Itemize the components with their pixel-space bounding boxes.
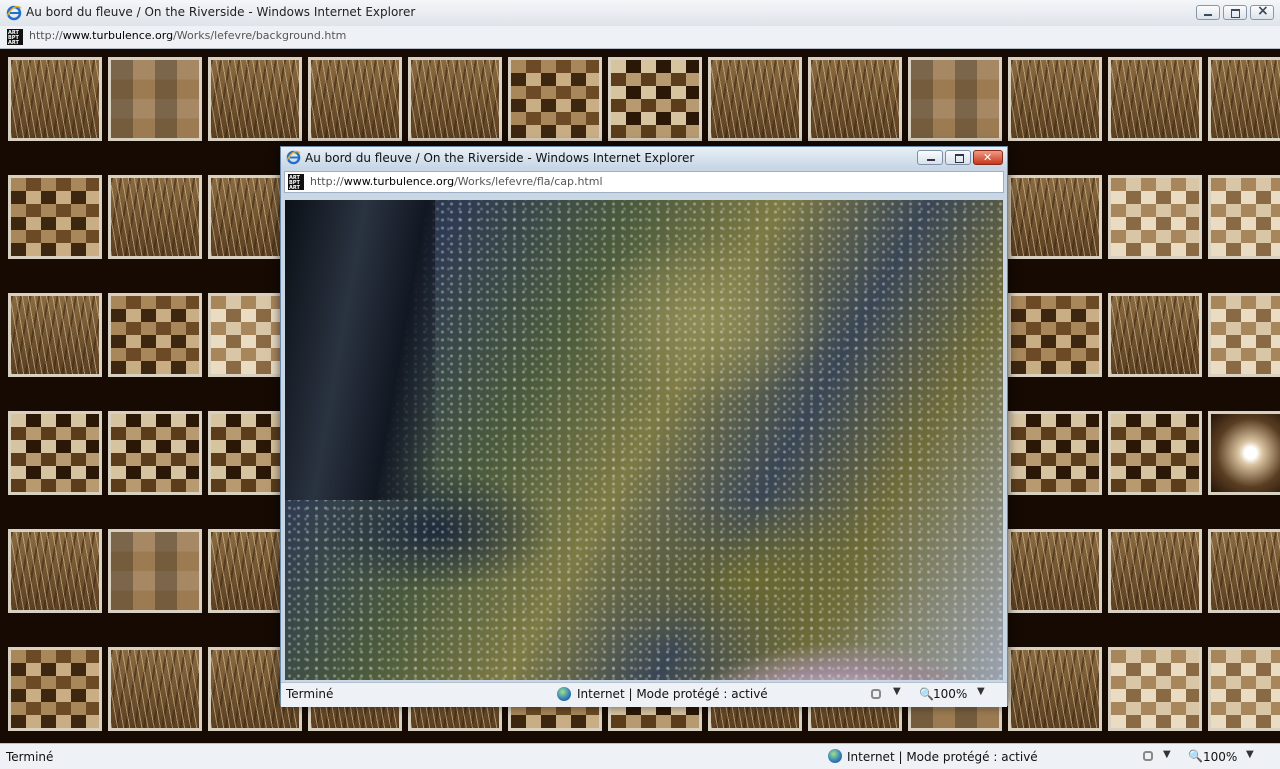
thumbnail-image[interactable] <box>108 529 202 613</box>
thumbnail-image[interactable] <box>108 411 202 495</box>
minimize-button[interactable] <box>1196 5 1220 20</box>
thumbnail-image[interactable] <box>408 57 502 141</box>
thumbnail-image[interactable] <box>108 175 202 259</box>
popup-zoom-level[interactable]: 100% <box>933 687 967 701</box>
thumbnail-image[interactable] <box>1208 293 1280 377</box>
thumbnail-image[interactable] <box>8 647 102 731</box>
internet-explorer-icon <box>286 150 301 165</box>
thumbnail-image[interactable] <box>8 293 102 377</box>
thumbnail-image[interactable] <box>1208 175 1280 259</box>
maximize-button[interactable] <box>1223 5 1247 20</box>
thumbnail-image[interactable] <box>308 57 402 141</box>
popup-zone-text: Internet | Mode protégé : activé <box>577 687 768 701</box>
site-favicon-icon: ART BPT ART <box>288 174 304 191</box>
thumbnail-image[interactable] <box>1008 293 1102 377</box>
popup-maximize-button[interactable] <box>945 150 971 165</box>
thumbnail-image[interactable] <box>508 57 602 141</box>
popup-window-controls <box>917 150 1003 165</box>
globe-icon <box>828 749 842 763</box>
thumbnail-image[interactable] <box>108 293 202 377</box>
site-favicon-icon: ART BPT ART <box>7 29 23 46</box>
internet-explorer-icon <box>6 5 22 21</box>
thumbnail-image[interactable] <box>208 57 302 141</box>
thumbnail-image[interactable] <box>808 57 902 141</box>
outer-address-bar[interactable]: ART BPT ART http://www.turbulence.org/Wo… <box>0 26 1280 49</box>
river-rock-photo <box>285 200 1003 680</box>
zoom-dropdown-icon[interactable]: ▼ <box>1246 749 1254 760</box>
popup-title-bar: Au bord du fleuve / On the Riverside - W… <box>281 147 1007 169</box>
popup-minimize-button[interactable] <box>917 150 943 165</box>
zoom-icon[interactable]: 🔍 <box>919 687 934 701</box>
thumbnail-image[interactable] <box>1108 175 1202 259</box>
thumbnail-image[interactable] <box>1208 529 1280 613</box>
zone-text: Internet | Mode protégé : activé <box>847 750 1038 764</box>
thumbnail-image[interactable] <box>1008 647 1102 731</box>
thumbnail-image[interactable] <box>608 57 702 141</box>
thumbnail-image[interactable] <box>1008 57 1102 141</box>
chevron-down-icon[interactable]: ▼ <box>893 686 901 697</box>
thumbnail-image[interactable] <box>1208 647 1280 731</box>
status-text: Terminé <box>6 750 54 764</box>
outer-title-bar: Au bord du fleuve / On the Riverside - W… <box>0 0 1280 27</box>
protected-mode-lock-icon[interactable] <box>1143 751 1153 761</box>
popup-window: Au bord du fleuve / On the Riverside - W… <box>280 146 1008 707</box>
popup-status-text: Terminé <box>286 687 334 701</box>
popup-url[interactable]: http://www.turbulence.org/Works/lefevre/… <box>310 175 603 188</box>
zoom-dropdown-icon[interactable]: ▼ <box>977 686 985 697</box>
outer-window-controls <box>1196 3 1274 20</box>
thumbnail-image[interactable] <box>1208 57 1280 141</box>
thumbnail-image[interactable] <box>8 411 102 495</box>
thumbnail-image[interactable] <box>1108 411 1202 495</box>
thumbnail-image[interactable] <box>1008 175 1102 259</box>
outer-window-title: Au bord du fleuve / On the Riverside - W… <box>26 5 416 19</box>
thumbnail-image[interactable] <box>908 57 1002 141</box>
thumbnail-image[interactable] <box>1108 529 1202 613</box>
thumbnail-image[interactable] <box>708 57 802 141</box>
popup-window-title: Au bord du fleuve / On the Riverside - W… <box>305 151 695 165</box>
outer-status-bar: Terminé Internet | Mode protégé : activé… <box>0 743 1280 769</box>
popup-close-button[interactable] <box>973 150 1003 165</box>
thumbnail-image[interactable] <box>108 57 202 141</box>
thumbnail-image[interactable] <box>108 647 202 731</box>
protected-mode-lock-icon[interactable] <box>871 689 881 699</box>
thumbnail-image[interactable] <box>8 57 102 141</box>
thumbnail-image[interactable] <box>1108 647 1202 731</box>
thumbnail-image[interactable] <box>8 175 102 259</box>
thumbnail-image[interactable] <box>1008 411 1102 495</box>
thumbnail-image[interactable] <box>1208 411 1280 495</box>
thumbnail-image[interactable] <box>1108 57 1202 141</box>
thumbnail-image[interactable] <box>1108 293 1202 377</box>
zoom-level[interactable]: 100% <box>1203 750 1237 764</box>
thumbnail-image[interactable] <box>1008 529 1102 613</box>
zoom-icon[interactable]: 🔍 <box>1188 749 1203 763</box>
close-button[interactable] <box>1250 3 1274 20</box>
popup-status-bar: Terminé Internet | Mode protégé : activé… <box>281 682 1007 707</box>
popup-address-bar[interactable]: ART BPT ART http://www.turbulence.org/Wo… <box>284 171 1004 193</box>
outer-url[interactable]: http://www.turbulence.org/Works/lefevre/… <box>29 29 346 42</box>
chevron-down-icon[interactable]: ▼ <box>1163 749 1171 760</box>
thumbnail-image[interactable] <box>8 529 102 613</box>
